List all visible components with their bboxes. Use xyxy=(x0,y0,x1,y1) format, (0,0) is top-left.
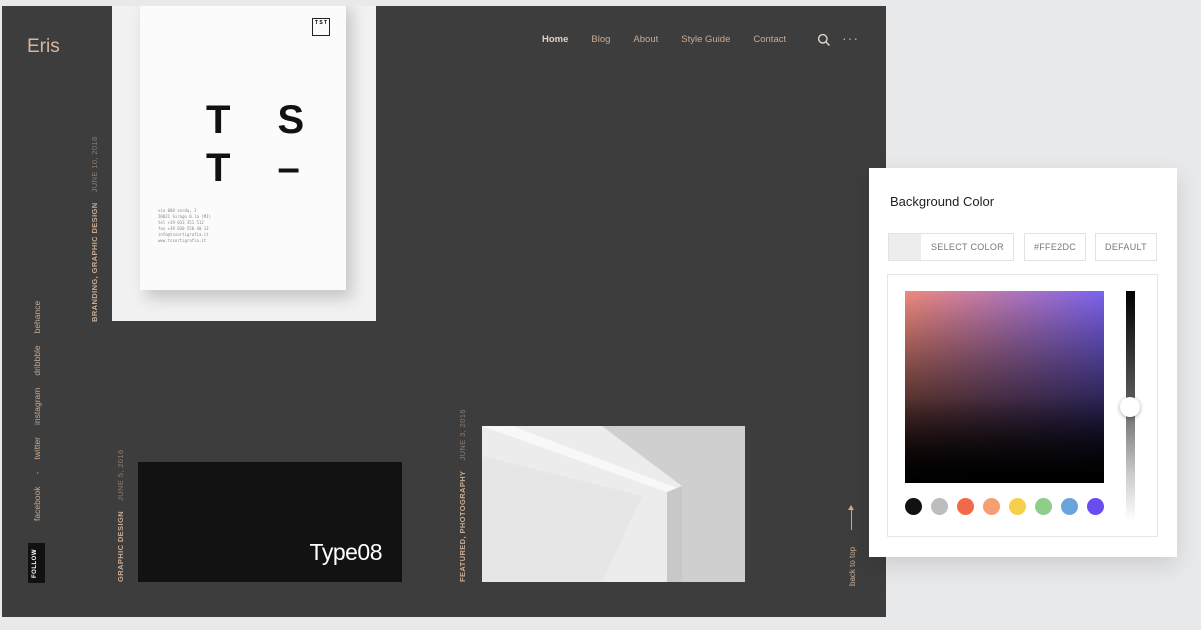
site-preview: Eris Home Blog About Style Guide Contact… xyxy=(2,6,886,617)
post-date: June 3, 2016 xyxy=(458,409,467,461)
swatch-gray[interactable] xyxy=(931,498,948,515)
social-separator: - xyxy=(32,471,42,475)
slider-handle[interactable] xyxy=(1120,397,1140,417)
book-image: T S T T S T – via 000 sorda, 1 20021 Sir… xyxy=(140,6,346,290)
more-icon[interactable]: ··· xyxy=(842,30,859,46)
book-letters-line1: T S xyxy=(206,98,323,142)
nav-about[interactable]: About xyxy=(633,34,658,45)
back-to-top-link[interactable]: back to top xyxy=(848,547,857,586)
swatch-purple[interactable] xyxy=(1087,498,1104,515)
post-card-photography[interactable] xyxy=(482,426,745,582)
book-mark-icon: T S T xyxy=(312,18,330,36)
post-date: June 10, 2016 xyxy=(90,136,99,193)
saturation-area[interactable] xyxy=(905,291,1104,483)
social-behance[interactable]: behance xyxy=(32,301,42,334)
post-category[interactable]: Featured, Photography xyxy=(458,471,467,582)
post-category[interactable]: Branding, Graphic Design xyxy=(90,202,99,322)
social-dribbble[interactable]: dribbble xyxy=(32,345,42,375)
swatch-red-orange[interactable] xyxy=(957,498,974,515)
post-card-type08[interactable]: Type08 xyxy=(138,462,402,582)
post-category[interactable]: Graphic Design xyxy=(116,511,125,582)
swatch-yellow[interactable] xyxy=(1009,498,1026,515)
swatch-blue[interactable] xyxy=(1061,498,1078,515)
hex-value-field[interactable]: #FFE2DC xyxy=(1024,233,1086,261)
panel-title: Background Color xyxy=(890,194,995,209)
follow-badge: FOLLOW xyxy=(28,543,45,583)
social-links: facebook - twitter instagram dribbble be… xyxy=(32,301,42,521)
social-facebook[interactable]: facebook xyxy=(32,487,42,522)
site-logo[interactable]: Eris xyxy=(27,36,60,58)
follow-label: FOLLOW xyxy=(32,549,38,578)
post-meta-1: Branding, Graphic Design June 10, 2016 xyxy=(90,136,99,322)
select-color-button[interactable]: SELECT COLOR xyxy=(888,233,1014,261)
preset-swatches xyxy=(905,498,1104,515)
architecture-photo xyxy=(482,426,745,582)
social-instagram[interactable]: instagram xyxy=(32,388,42,425)
nav-home[interactable]: Home xyxy=(542,34,568,45)
social-twitter[interactable]: twitter xyxy=(32,437,42,460)
post-card-book[interactable]: T S T T S T – via 000 sorda, 1 20021 Sir… xyxy=(112,6,376,321)
post-meta-3: Featured, Photography June 3, 2016 xyxy=(458,409,467,582)
book-letters-line2: T – xyxy=(206,146,318,190)
current-color-swatch xyxy=(889,234,921,260)
swatch-green[interactable] xyxy=(1035,498,1052,515)
arrow-up-icon[interactable] xyxy=(848,505,854,530)
swatch-peach[interactable] xyxy=(983,498,1000,515)
color-picker xyxy=(887,274,1158,537)
nav-contact[interactable]: Contact xyxy=(753,34,786,45)
nav-style-guide[interactable]: Style Guide xyxy=(681,34,730,45)
default-button[interactable]: DEFAULT xyxy=(1095,233,1157,261)
search-icon[interactable] xyxy=(817,33,831,47)
post-meta-2: Graphic Design June 5, 2016 xyxy=(116,449,125,582)
main-nav: Home Blog About Style Guide Contact xyxy=(542,34,809,45)
book-address: via 000 sorda, 1 20021 Sirago 0.la (MI) … xyxy=(158,208,211,243)
book-cover-letters: T S T – xyxy=(206,96,322,192)
background-color-panel: Background Color SELECT COLOR #FFE2DC DE… xyxy=(869,168,1177,557)
swatch-black[interactable] xyxy=(905,498,922,515)
nav-blog[interactable]: Blog xyxy=(591,34,610,45)
post-title: Type08 xyxy=(309,539,383,565)
select-color-label: SELECT COLOR xyxy=(931,242,1004,252)
post-date: June 5, 2016 xyxy=(116,449,125,501)
